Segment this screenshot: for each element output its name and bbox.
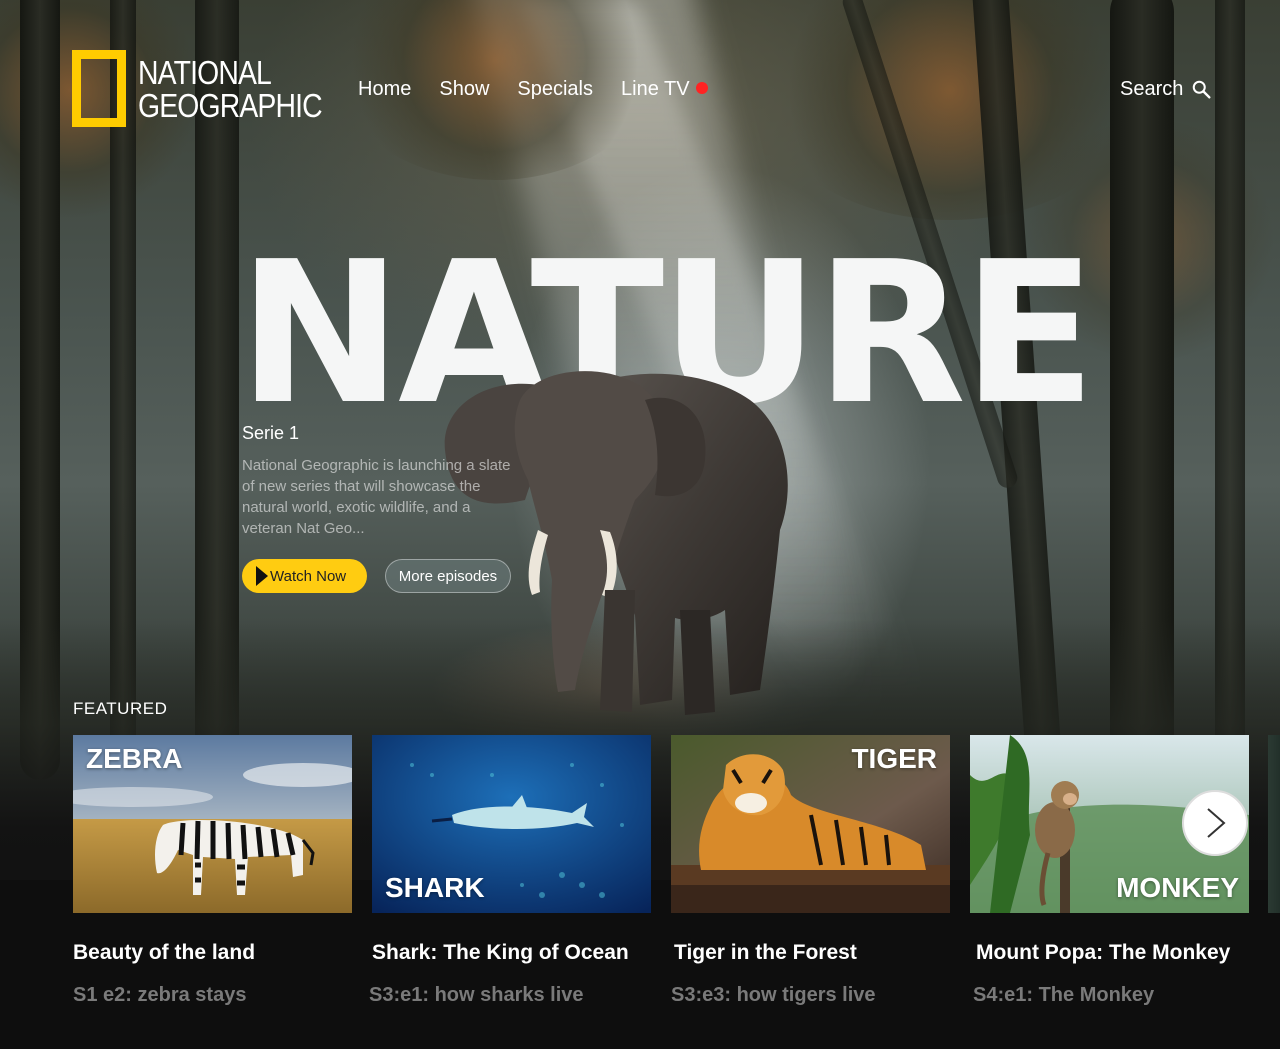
card-title-tiger[interactable]: Tiger in the Forest bbox=[674, 941, 857, 965]
yellow-frame-icon bbox=[72, 50, 126, 127]
search-icon bbox=[1193, 80, 1211, 99]
card-tag-zebra: ZEBRA bbox=[86, 743, 183, 774]
carousel-next-button[interactable] bbox=[1182, 790, 1248, 856]
nav-line-tv[interactable]: Line TV bbox=[621, 78, 708, 101]
search-button[interactable]: Search bbox=[1120, 78, 1213, 101]
logo-wordmark: NATIONAL GEOGRAPHIC bbox=[138, 53, 323, 124]
card-title-zebra[interactable]: Beauty of the land bbox=[73, 941, 255, 965]
hero-description: National Geographic is launching a slate… bbox=[242, 457, 511, 537]
nav-line-tv-label: Line TV bbox=[621, 78, 690, 100]
search-label: Search bbox=[1120, 78, 1184, 100]
play-icon bbox=[256, 566, 268, 586]
nat-geo-logo[interactable]: NATIONAL GEOGRAPHIC bbox=[72, 50, 352, 127]
chevron-right-icon bbox=[1207, 808, 1226, 838]
card-tag-shark: SHARK bbox=[385, 872, 485, 903]
nav-specials[interactable]: Specials bbox=[517, 78, 593, 101]
main-nav: Home Show Specials Line TV bbox=[358, 78, 708, 101]
series-label: Serie 1 bbox=[242, 423, 300, 443]
nav-show[interactable]: Show bbox=[439, 78, 489, 101]
watch-now-button[interactable]: Watch Now bbox=[242, 559, 367, 593]
card-title-monkey[interactable]: Mount Popa: The Monkey bbox=[976, 941, 1230, 965]
featured-card-shark[interactable]: SHARK bbox=[372, 735, 651, 913]
featured-heading: FEATURED bbox=[73, 699, 168, 718]
more-episodes-button[interactable]: More episodes bbox=[385, 559, 511, 593]
logo-line-2: GEOGRAPHIC bbox=[138, 86, 323, 124]
nav-home[interactable]: Home bbox=[358, 78, 411, 101]
card-tag-tiger: TIGER bbox=[851, 743, 937, 774]
elephant-image bbox=[444, 371, 788, 715]
featured-card-tiger[interactable]: TIGER bbox=[671, 735, 950, 913]
next-card-peek bbox=[1268, 735, 1280, 913]
card-episode-shark: S3:e1: how sharks live bbox=[369, 984, 584, 1006]
live-indicator-icon bbox=[695, 81, 708, 94]
card-title-shark[interactable]: Shark: The King of Ocean bbox=[372, 941, 629, 965]
card-episode-tiger: S3:e3: how tigers live bbox=[671, 984, 876, 1006]
watch-now-label: Watch Now bbox=[270, 567, 347, 585]
card-episode-monkey: S4:e1: The Monkey bbox=[973, 984, 1155, 1006]
featured-card-zebra[interactable]: ZEBRA bbox=[73, 735, 352, 913]
card-tag-monkey: MONKEY bbox=[1116, 872, 1239, 903]
logo-line-1: NATIONAL bbox=[138, 53, 272, 91]
card-episode-zebra: S1 e2: zebra stays bbox=[73, 984, 247, 1006]
